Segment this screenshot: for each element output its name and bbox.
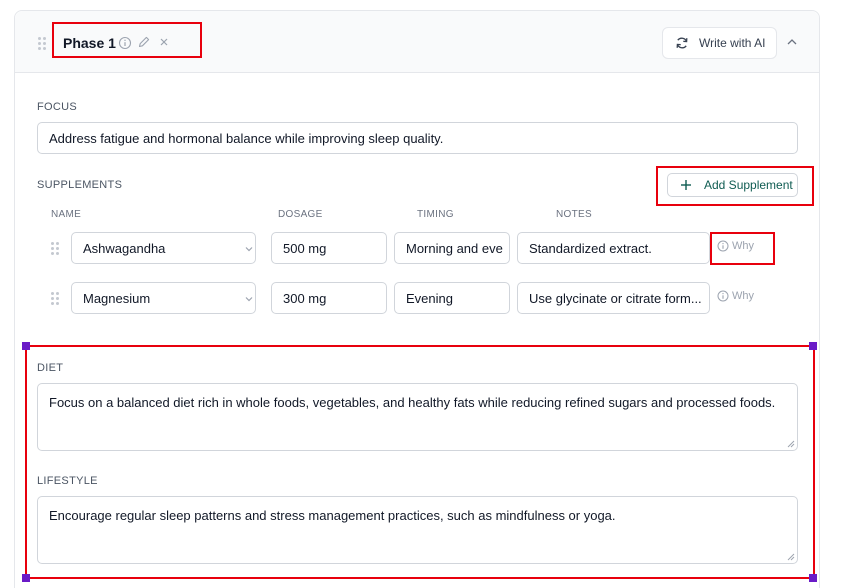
chevron-up-icon[interactable] [785, 35, 799, 49]
why-button[interactable]: Why [717, 290, 754, 302]
supplement-name-value: Ashwagandha [83, 240, 166, 256]
timing-input[interactable]: Evening [394, 282, 510, 314]
focus-label: FOCUS [37, 101, 77, 113]
write-with-ai-button[interactable]: Write with AI [662, 27, 777, 59]
notes-input[interactable]: Standardized extract. [517, 232, 710, 264]
supplement-name-select[interactable]: Ashwagandha [71, 232, 256, 264]
drag-handle-icon[interactable] [51, 242, 59, 255]
timing-value: Morning and eve [406, 240, 503, 256]
write-with-ai-label: Write with AI [699, 36, 766, 50]
supplement-name-select[interactable]: Magnesium [71, 282, 256, 314]
notes-input[interactable]: Use glycinate or citrate form... [517, 282, 710, 314]
notes-value: Use glycinate or citrate form... [529, 290, 702, 306]
supplements-label: SUPPLEMENTS [37, 179, 123, 191]
highlight-box-add-supplement [656, 166, 814, 206]
drag-handle-icon[interactable] [38, 37, 46, 50]
dosage-value: 300 mg [283, 290, 327, 306]
drag-handle-icon[interactable] [51, 292, 59, 305]
column-header-dosage: DOSAGE [278, 209, 323, 220]
selection-handle[interactable] [22, 342, 30, 350]
timing-value: Evening [406, 290, 453, 306]
supplement-name-value: Magnesium [83, 290, 151, 306]
highlight-box-why [710, 232, 775, 265]
why-label: Why [732, 290, 754, 302]
column-header-timing: TIMING [417, 209, 454, 220]
selection-handle[interactable] [22, 574, 30, 582]
chevron-down-icon [245, 247, 253, 252]
column-header-name: NAME [51, 209, 82, 220]
info-icon [717, 290, 729, 302]
notes-value: Standardized extract. [529, 240, 652, 256]
refresh-icon [676, 37, 688, 49]
dosage-input[interactable]: 300 mg [271, 282, 387, 314]
focus-input[interactable]: Address fatigue and hormonal balance whi… [37, 122, 798, 154]
timing-input[interactable]: Morning and eve [394, 232, 510, 264]
dosage-value: 500 mg [283, 240, 327, 256]
highlight-box-title [52, 22, 202, 58]
highlight-box-diet-lifestyle [25, 345, 815, 579]
dosage-input[interactable]: 500 mg [271, 232, 387, 264]
chevron-down-icon [245, 297, 253, 302]
focus-value: Address fatigue and hormonal balance whi… [49, 130, 444, 146]
column-header-notes: NOTES [556, 209, 592, 220]
selection-handle[interactable] [809, 342, 817, 350]
selection-handle[interactable] [809, 574, 817, 582]
